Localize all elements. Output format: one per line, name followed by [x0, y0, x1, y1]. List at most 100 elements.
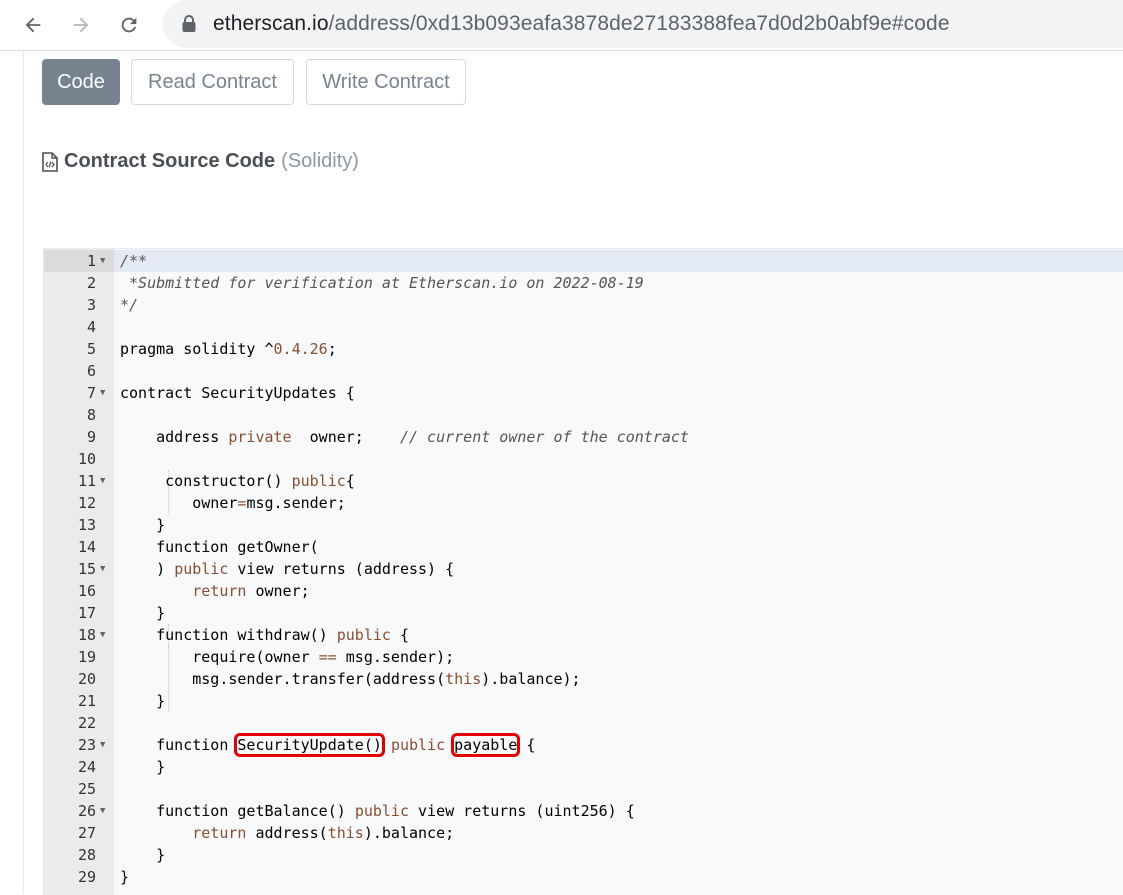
forward-button[interactable] — [66, 10, 96, 40]
line-number: 6 — [86, 362, 96, 380]
code-line: 14 function getOwner( — [44, 536, 1123, 558]
code-line: 24 } — [44, 756, 1123, 778]
fold-toggle-icon[interactable]: ▼ — [100, 800, 105, 822]
fold-toggle-icon[interactable]: ▼ — [100, 382, 105, 404]
code-line: 19 require(owner == msg.sender); — [44, 646, 1123, 668]
code-line: 20 msg.sender.transfer(address(this).bal… — [44, 668, 1123, 690]
lock-icon — [182, 15, 196, 32]
code-token: function getOwner( — [120, 538, 319, 556]
line-number: 3 — [86, 296, 96, 314]
page-content: Code Read Contract Write Contract Contra… — [0, 51, 1123, 895]
code-line: 25 — [44, 778, 1123, 800]
code-token: == — [318, 648, 337, 666]
code-text: } — [120, 756, 165, 778]
fold-toggle-icon[interactable]: ▼ — [100, 470, 105, 492]
address-bar[interactable]: etherscan.io/address/0xd13b093eafa3878de… — [163, 0, 1123, 48]
code-line: 1 ▼ /** — [44, 250, 1123, 272]
code-text: } — [120, 844, 165, 866]
fold-toggle-icon[interactable]: ▼ — [100, 624, 105, 646]
code-token: owner; — [246, 582, 310, 600]
line-number: 18 — [77, 626, 96, 644]
code-token: public — [354, 802, 409, 820]
line-number: 11 — [77, 472, 96, 490]
code-line: 28 } — [44, 844, 1123, 866]
code-token: } — [120, 604, 166, 622]
code-editor[interactable]: 1 ▼/** 2 *Submitted for verification at Et… — [43, 248, 1123, 895]
code-token: } — [120, 692, 166, 710]
code-line: 13 } — [44, 514, 1123, 536]
code-line: 2 *Submitted for verification at Ethersc… — [44, 272, 1123, 294]
fold-toggle-icon[interactable]: ▼ — [100, 250, 105, 272]
code-token: function — [120, 736, 238, 754]
code-token: public — [174, 560, 229, 578]
arrow-left-icon — [25, 17, 41, 33]
line-number: 12 — [77, 494, 96, 512]
code-token: public — [336, 626, 391, 644]
line-number: 24 — [77, 758, 96, 776]
code-text: function getOwner( — [120, 536, 319, 558]
code-token: } — [120, 846, 166, 864]
tab-write-contract[interactable]: Write Contract — [306, 59, 466, 105]
code-line: 22 — [44, 712, 1123, 734]
section-title: Contract Source Code — [64, 150, 276, 172]
highlighted-token: SecurityUpdate() — [234, 733, 385, 757]
code-token: ).balance; — [363, 824, 455, 842]
code-line: 10 — [44, 448, 1123, 470]
code-line: 9 address private owner; // current owne… — [44, 426, 1123, 448]
code-text: ) public view returns (address) { — [120, 558, 454, 580]
code-line: 15 ▼ ) public view returns (address) { — [44, 558, 1123, 580]
url-host: etherscan.io — [213, 12, 329, 35]
back-button[interactable] — [18, 10, 48, 40]
code-token: view returns (address) { — [228, 560, 455, 578]
code-token: msg.sender.transfer(address( — [120, 670, 446, 688]
code-text: constructor() public{ — [120, 470, 355, 492]
code-text: function SecurityUpdate() public payable… — [120, 733, 535, 757]
arrow-right-icon — [73, 17, 89, 33]
line-number: 13 — [77, 516, 96, 534]
code-token: { — [390, 626, 409, 644]
code-line: 26 ▼ function getBalance() public view re… — [44, 800, 1123, 822]
line-number: 7 — [86, 384, 96, 402]
line-number: 25 — [77, 780, 96, 798]
line-number: 22 — [77, 714, 96, 732]
code-token: function withdraw() — [120, 626, 337, 644]
code-token: // current owner of the contract — [399, 428, 689, 446]
line-number: 20 — [77, 670, 96, 688]
code-text: return address(this).balance; — [120, 822, 454, 844]
line-number: 16 — [77, 582, 96, 600]
code-line: 29} — [44, 866, 1123, 888]
code-text: contract SecurityUpdates { — [120, 382, 355, 404]
code-token: constructor() — [120, 472, 292, 490]
fold-toggle-icon[interactable]: ▼ — [100, 558, 105, 580]
line-number: 5 — [86, 340, 96, 358]
file-code-icon — [42, 151, 58, 172]
code-token: pragma solidity ^ — [120, 340, 274, 358]
line-number: 21 — [77, 692, 96, 710]
code-line: 17 } — [44, 602, 1123, 624]
code-token: ) — [120, 560, 175, 578]
code-text: pragma solidity ^0.4.26; — [120, 338, 337, 360]
section-language: (Solidity) — [281, 150, 359, 172]
tab-read-contract[interactable]: Read Contract — [131, 59, 294, 105]
code-token: contract SecurityUpdates { — [120, 384, 355, 402]
code-token: public — [291, 472, 346, 490]
line-number: 15 — [77, 560, 96, 578]
code-line: 6 — [44, 360, 1123, 382]
code-line: 11 ▼ constructor() public{ — [44, 470, 1123, 492]
code-line: 4 — [44, 316, 1123, 338]
line-number: 26 — [77, 802, 96, 820]
line-number: 8 — [86, 406, 96, 424]
fold-toggle-icon[interactable]: ▼ — [100, 734, 105, 756]
code-text: *Submitted for verification at Etherscan… — [120, 272, 644, 294]
code-token: return — [192, 582, 247, 600]
tab-code[interactable]: Code — [42, 59, 120, 105]
line-number: 10 — [77, 450, 96, 468]
code-token: *Submitted for verification at Etherscan… — [120, 274, 644, 292]
line-number: 4 — [86, 318, 96, 336]
code-token: require(owner — [120, 648, 319, 666]
reload-button[interactable] — [114, 10, 144, 40]
line-number: 29 — [77, 868, 96, 886]
code-token: */ — [120, 296, 139, 314]
code-text: function withdraw() public { — [120, 624, 409, 646]
code-token: address( — [246, 824, 328, 842]
